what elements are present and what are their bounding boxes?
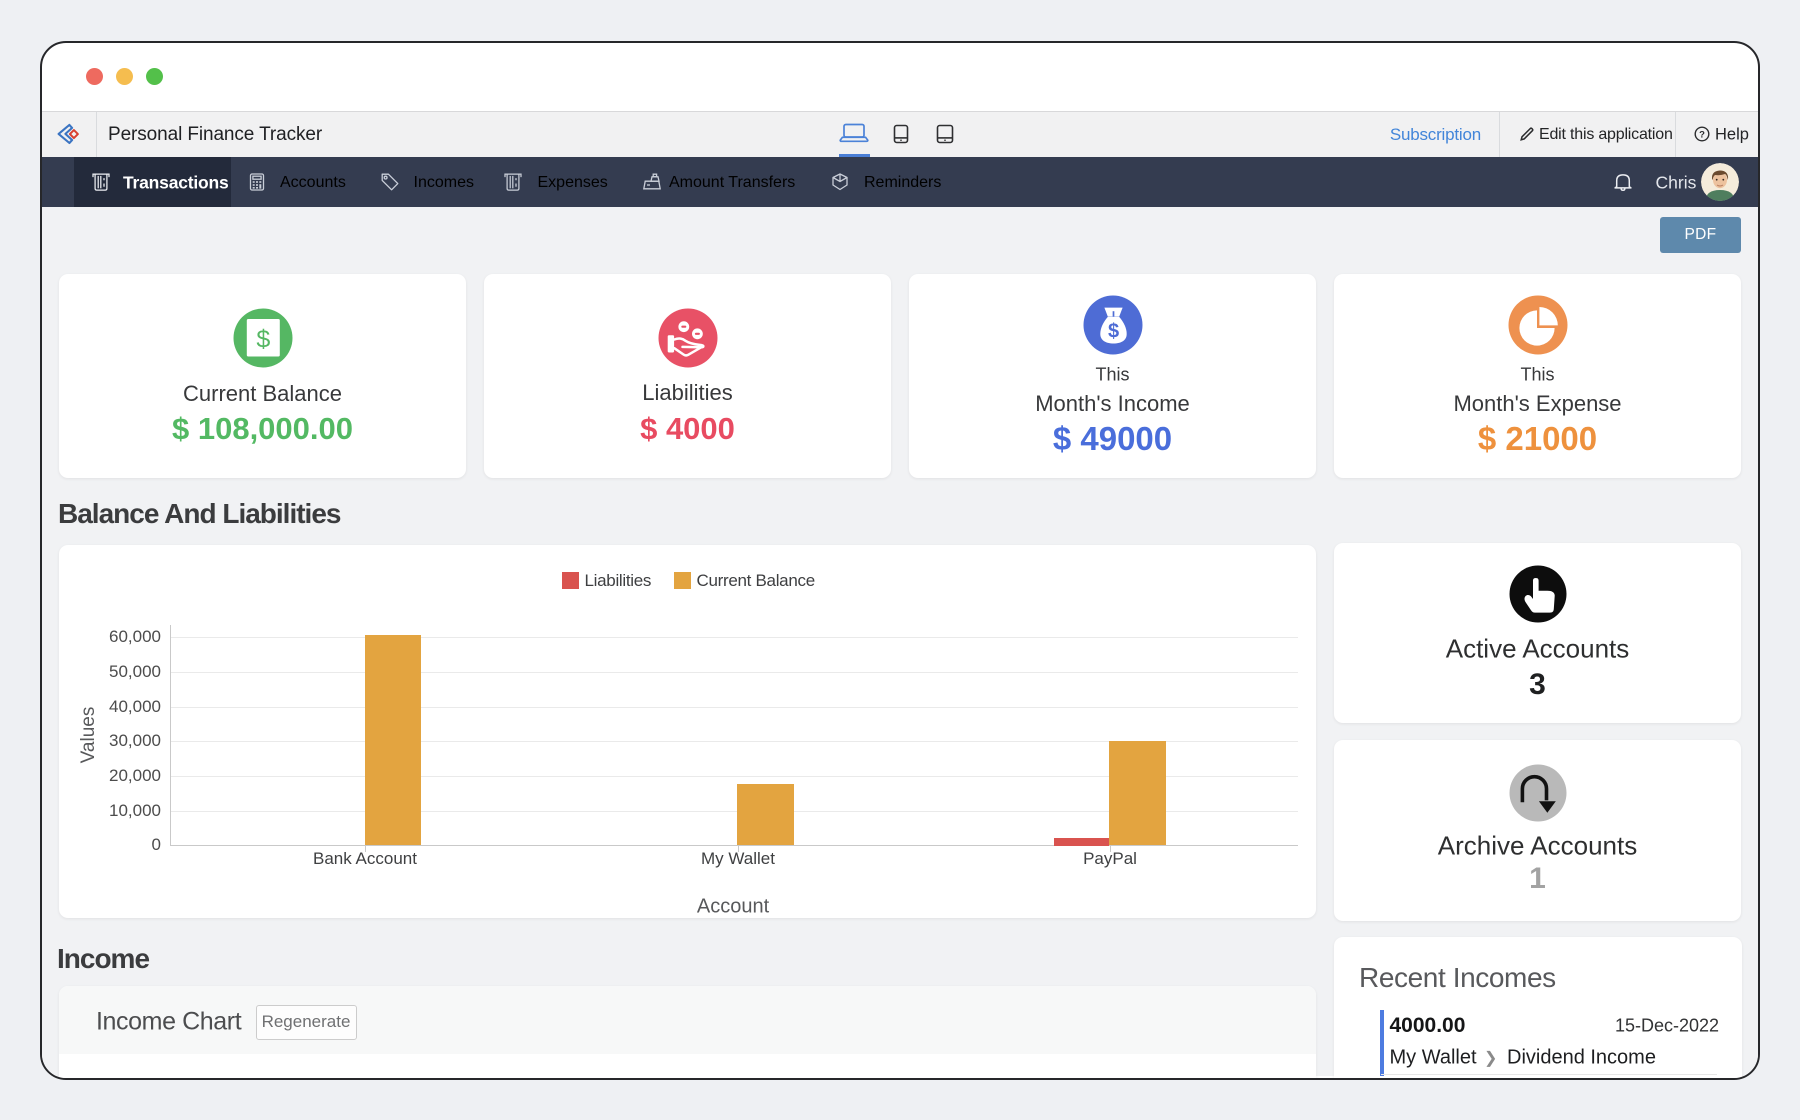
svg-text:?: ? xyxy=(1699,129,1705,140)
svg-text:$: $ xyxy=(1107,321,1118,343)
svg-text:$: $ xyxy=(256,326,270,354)
